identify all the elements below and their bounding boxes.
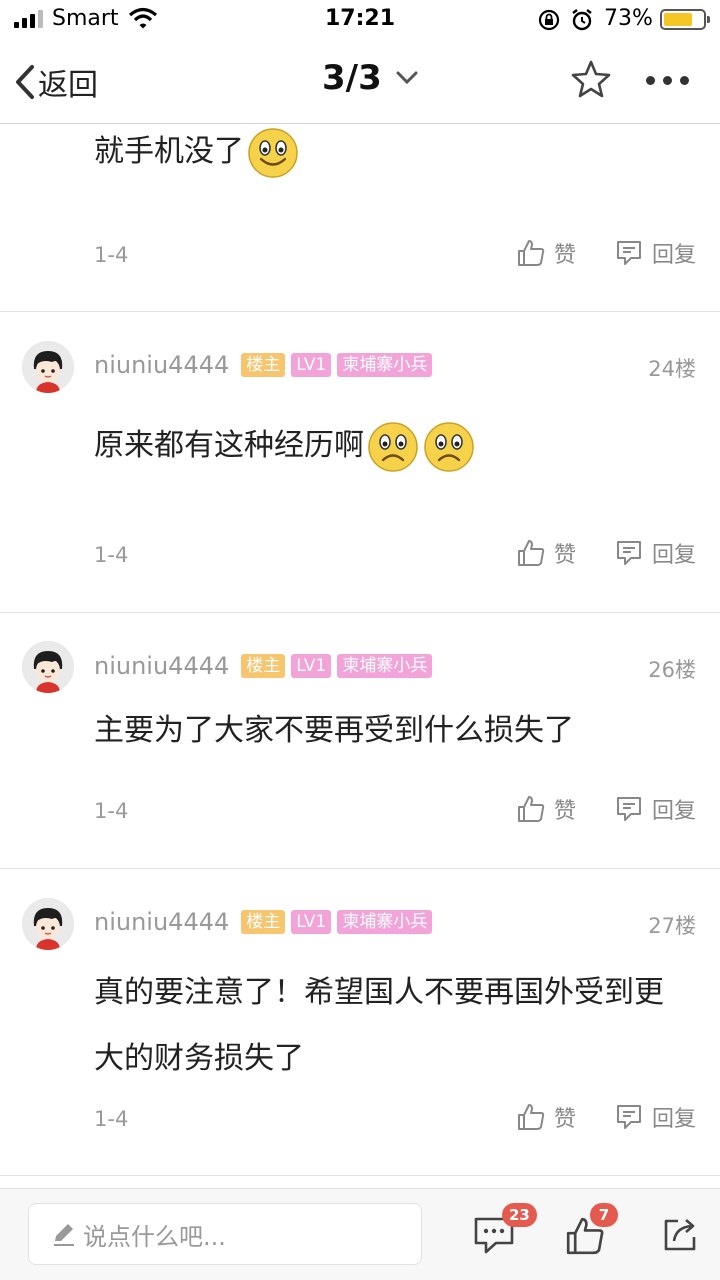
- reply-meta: niuniu4444 楼主 LV1 柬埔寨小兵: [94, 908, 433, 936]
- reply-content: 真的要注意了！希望国人不要再国外受到更大的财务损失了: [94, 960, 670, 1092]
- smile-emoji-icon: [248, 127, 298, 178]
- reply-actions: 赞 回复: [516, 237, 696, 269]
- thumbs-up-icon: [517, 540, 545, 566]
- reply-item: niuniu4444 楼主 LV1 柬埔寨小兵 26楼 主要为了大家不要再受到什…: [0, 614, 720, 869]
- battery-fill: [664, 13, 692, 26]
- comment-icon: [616, 541, 641, 565]
- owner-badge: 楼主: [241, 910, 286, 934]
- like-post-button[interactable]: 7: [564, 1203, 618, 1261]
- thumbs-up-icon: [517, 240, 545, 266]
- reply-meta: niuniu4444 楼主 LV1 柬埔寨小兵: [94, 351, 433, 379]
- pencil-icon: [54, 1224, 74, 1246]
- reply-content: 主要为了大家不要再受到什么损失了: [94, 704, 680, 758]
- reply-button[interactable]: 回复: [614, 537, 696, 569]
- owner-badge: 楼主: [241, 654, 286, 678]
- reply-actions: 赞 回复: [516, 793, 696, 825]
- username[interactable]: niuniu4444: [94, 652, 229, 680]
- page-indicator: 3/3: [322, 58, 382, 98]
- more-options-icon[interactable]: [646, 76, 689, 85]
- reply-content: 原来都有这种经历啊: [94, 419, 680, 474]
- reply-meta: niuniu4444 楼主 LV1 柬埔寨小兵: [94, 652, 433, 680]
- reply-date: 1-4: [94, 1107, 129, 1131]
- back-button[interactable]: 返回: [14, 60, 98, 104]
- page-selector[interactable]: 3/3: [322, 58, 418, 98]
- level-badge: LV1: [291, 353, 332, 377]
- reply-item: 就手机没了 1-4 赞 回复: [0, 125, 720, 312]
- comment-icon: [616, 241, 641, 265]
- floor-number: 26楼: [648, 658, 696, 682]
- comments-button[interactable]: 23: [472, 1203, 537, 1259]
- reply-actions: 赞 回复: [516, 537, 696, 569]
- like-button[interactable]: 赞: [516, 793, 576, 825]
- reply-actions: 赞 回复: [516, 1101, 696, 1133]
- title-badge: 柬埔寨小兵: [337, 910, 433, 934]
- back-label: 返回: [38, 68, 98, 103]
- like-label: 赞: [553, 543, 576, 568]
- reply-date: 1-4: [94, 543, 129, 567]
- title-badge: 柬埔寨小兵: [337, 654, 433, 678]
- like-count-badge: 7: [590, 1203, 618, 1227]
- avatar[interactable]: [22, 898, 74, 950]
- avatar[interactable]: [22, 641, 74, 693]
- level-badge: LV1: [291, 654, 332, 678]
- reply-text: 就手机没了: [94, 134, 244, 169]
- floor-number: 27楼: [648, 914, 696, 938]
- rotation-lock-icon: [537, 8, 561, 38]
- chevron-left-icon: [16, 65, 34, 99]
- comment-icon: [616, 1105, 641, 1129]
- share-icon: [664, 1219, 696, 1251]
- reply-list: 就手机没了 1-4 赞 回复 niuniu4444 楼主 LV1 柬埔寨小兵 2…: [0, 125, 720, 1188]
- reply-text: 主要为了大家不要再受到什么损失了: [94, 713, 574, 748]
- floor-number: 24楼: [648, 357, 696, 381]
- like-button[interactable]: 赞: [516, 537, 576, 569]
- share-button[interactable]: [660, 1215, 700, 1259]
- sad-emoji-icon: [424, 421, 474, 472]
- chevron-down-icon: [396, 71, 418, 85]
- reply-text: 原来都有这种经历啊: [94, 428, 364, 463]
- favorite-star-icon[interactable]: [570, 58, 612, 104]
- level-badge: LV1: [291, 910, 332, 934]
- alarm-icon: [570, 8, 594, 38]
- reply-button[interactable]: 回复: [614, 1101, 696, 1133]
- comment-placeholder: 说点什么吧...: [83, 1222, 226, 1251]
- username[interactable]: niuniu4444: [94, 351, 229, 379]
- owner-badge: 楼主: [241, 353, 286, 377]
- like-label: 赞: [553, 799, 576, 824]
- avatar[interactable]: [22, 341, 74, 393]
- reply-label: 回复: [651, 1107, 696, 1132]
- reply-date: 1-4: [94, 243, 129, 267]
- thumbs-up-icon: [517, 796, 545, 822]
- reply-button[interactable]: 回复: [614, 793, 696, 825]
- like-label: 赞: [553, 243, 576, 268]
- navigation-bar: 返回 3/3: [0, 40, 720, 124]
- reply-item: niuniu4444 楼主 LV1 柬埔寨小兵 27楼 真的要注意了！希望国人不…: [0, 870, 720, 1176]
- status-bar: Smart 17:21 73%: [0, 0, 720, 40]
- reply-text: 真的要注意了！希望国人不要再国外受到更大的财务损失了: [94, 975, 664, 1076]
- like-label: 赞: [553, 1107, 576, 1132]
- thumbs-up-icon: [517, 1104, 545, 1130]
- like-button[interactable]: 赞: [516, 237, 576, 269]
- reply-item: niuniu4444 楼主 LV1 柬埔寨小兵 24楼 原来都有这种经历啊 1-…: [0, 313, 720, 613]
- reply-content: 就手机没了: [94, 125, 680, 180]
- reply-label: 回复: [651, 243, 696, 268]
- title-badge: 柬埔寨小兵: [337, 353, 433, 377]
- comment-count-badge: 23: [502, 1203, 537, 1227]
- sad-emoji-icon: [368, 421, 418, 472]
- battery-percent: 73%: [604, 6, 653, 31]
- reply-label: 回复: [651, 543, 696, 568]
- comment-icon: [616, 797, 641, 821]
- comment-input[interactable]: 说点什么吧...: [28, 1203, 422, 1265]
- battery-icon: [660, 9, 710, 30]
- username[interactable]: niuniu4444: [94, 908, 229, 936]
- reply-date: 1-4: [94, 799, 129, 823]
- reply-label: 回复: [651, 799, 696, 824]
- reply-button[interactable]: 回复: [614, 237, 696, 269]
- like-button[interactable]: 赞: [516, 1101, 576, 1133]
- bottom-bar: 说点什么吧... 23 7: [0, 1188, 720, 1280]
